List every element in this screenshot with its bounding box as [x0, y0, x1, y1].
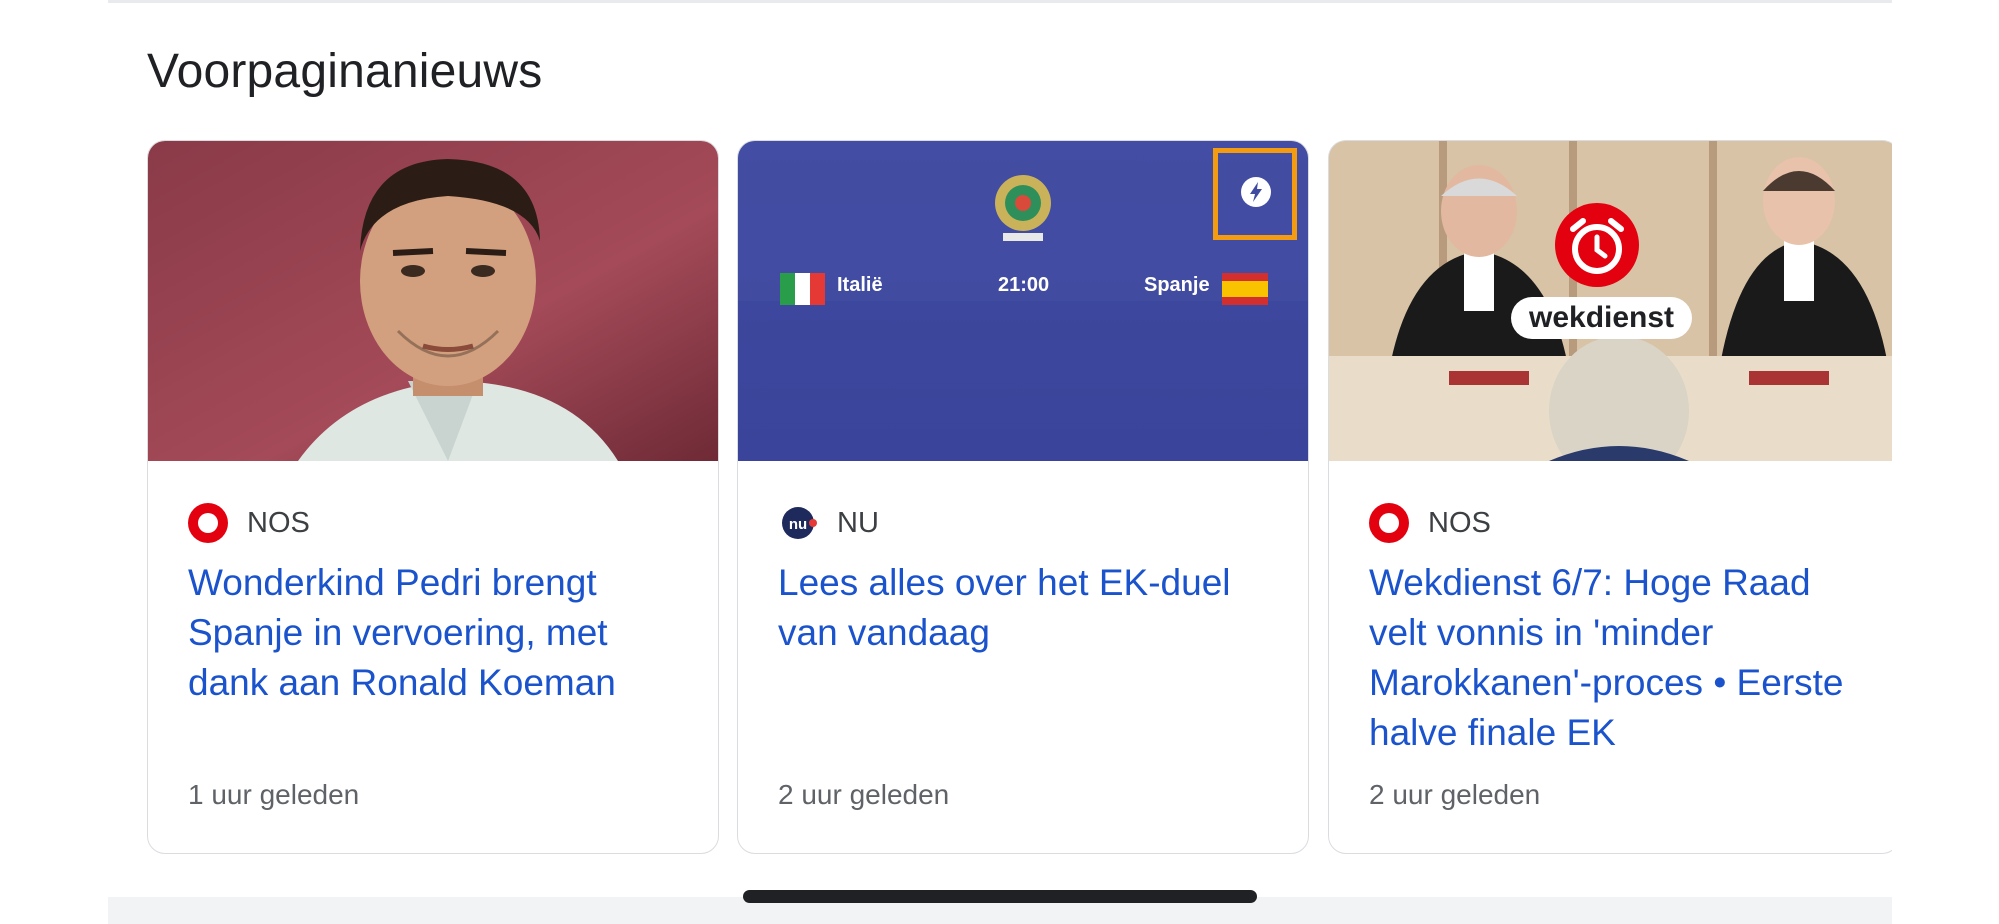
card-image-pedri[interactable]	[148, 141, 718, 461]
news-card-1[interactable]: NOS Wonderkind Pedri brengt Spanje in ve…	[147, 140, 719, 854]
source-name: NOS	[247, 506, 310, 539]
timestamp: 2 uur geleden	[778, 779, 950, 810]
source-name: NU	[837, 506, 879, 539]
headline-link[interactable]: Wekdienst 6/7: Hoge Raad velt vonnis in …	[1369, 558, 1869, 758]
source-row: nu NU	[778, 503, 879, 543]
home-indicator[interactable]	[743, 890, 1257, 903]
alarm-clock-icon	[1555, 203, 1639, 287]
headline-link[interactable]: Wonderkind Pedri brengt Spanje in vervoe…	[188, 558, 688, 708]
svg-text:nu: nu	[789, 516, 807, 533]
nos-logo-icon	[1369, 503, 1409, 543]
source-name: NOS	[1428, 506, 1491, 539]
nos-logo-icon	[188, 503, 228, 543]
overlay-label: wekdienst	[1511, 297, 1693, 339]
news-carousel[interactable]: NOS Wonderkind Pedri brengt Spanje in ve…	[0, 140, 1892, 860]
news-card-2[interactable]: Italië 21:00 Spanje nu NU Lees alles ove…	[737, 140, 1309, 854]
top-divider	[108, 0, 1892, 3]
news-card-3[interactable]: wekdienst NOS Wekdienst 6/7: Hoge Raad v…	[1328, 140, 1892, 854]
nu-logo-icon: nu	[778, 503, 818, 543]
kickoff-time: 21:00	[998, 274, 1050, 296]
timestamp: 2 uur geleden	[1369, 779, 1541, 810]
source-row: NOS	[188, 503, 310, 543]
spain-flag-icon	[1222, 273, 1268, 305]
home-team: Italië	[837, 274, 883, 296]
card-image-court[interactable]: wekdienst	[1329, 141, 1892, 461]
highlight-box	[1213, 148, 1297, 240]
source-row: NOS	[1369, 503, 1491, 543]
timestamp: 1 uur geleden	[188, 779, 360, 810]
italy-flag-icon	[780, 273, 825, 305]
away-team: Spanje	[1144, 274, 1210, 296]
headline-link[interactable]: Lees alles over het EK-duel van vandaag	[778, 558, 1278, 658]
section-title: Voorpaginanieuws	[147, 45, 543, 98]
